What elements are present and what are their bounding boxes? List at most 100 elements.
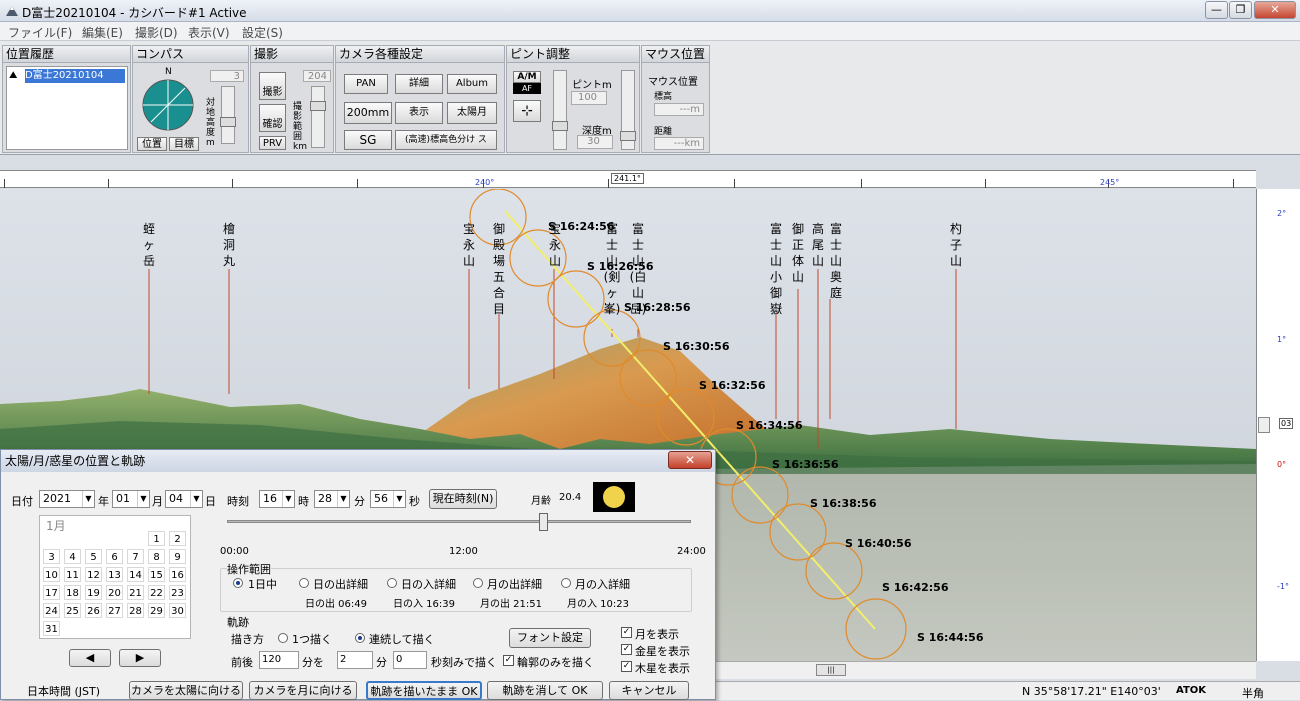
- calendar-day[interactable]: 18: [64, 585, 81, 600]
- calendar-day[interactable]: 12: [85, 567, 102, 582]
- range-radio-allday[interactable]: [233, 578, 243, 588]
- calendar[interactable]: 1月 1 2 3 4 5 6 7 8 9 10 11 12 13 14 15 16 17 18 19 20 21 22 23…: [39, 515, 191, 639]
- ok-keep-track-button[interactable]: 軌跡を描いたまま OK: [366, 681, 482, 700]
- shoot-panel: 撮影 204 撮影 確認 PRV 撮影範囲km: [250, 45, 334, 153]
- calendar-day[interactable]: 25: [64, 603, 81, 618]
- minimize-button[interactable]: —: [1205, 1, 1228, 19]
- range-radio-moonset[interactable]: [561, 578, 571, 588]
- calendar-day[interactable]: 15: [148, 567, 165, 582]
- cancel-button[interactable]: キャンセル: [609, 681, 689, 700]
- calendar-day[interactable]: 24: [43, 603, 60, 618]
- hscroll-thumb[interactable]: |||: [816, 664, 846, 676]
- step-spinner[interactable]: 2: [337, 651, 373, 669]
- calendar-day[interactable]: 4: [64, 549, 81, 564]
- pan-button[interactable]: PAN: [344, 74, 388, 94]
- ime-atok[interactable]: ATOK: [1176, 685, 1206, 696]
- calendar-day[interactable]: 2: [169, 531, 186, 546]
- time-slider[interactable]: [227, 520, 691, 523]
- calendar-day[interactable]: 3: [43, 549, 60, 564]
- calendar-day[interactable]: 29: [148, 603, 165, 618]
- menu-shoot[interactable]: 撮影(D): [135, 24, 178, 41]
- year-select[interactable]: 2021 ▼: [39, 490, 95, 508]
- ime-mode[interactable]: 半角: [1242, 685, 1264, 701]
- now-button[interactable]: 現在時刻(N): [429, 489, 497, 509]
- calendar-day[interactable]: 27: [106, 603, 123, 618]
- hour-select[interactable]: 16 ▼: [259, 490, 295, 508]
- offset-spinner[interactable]: 0: [393, 651, 427, 669]
- calendar-day[interactable]: 5: [85, 549, 102, 564]
- menu-edit[interactable]: 編集(E): [82, 24, 123, 41]
- focal-length-button[interactable]: 200mm: [344, 102, 392, 124]
- compass-dial[interactable]: [141, 78, 195, 132]
- range-radio-sunrise[interactable]: [299, 578, 309, 588]
- altitude-slider[interactable]: [220, 86, 236, 144]
- draw-radio-continuous[interactable]: [355, 633, 365, 643]
- focus-target-icon[interactable]: ⊹: [513, 100, 541, 122]
- calendar-day[interactable]: 1: [148, 531, 165, 546]
- confirm-button[interactable]: 確認: [259, 104, 286, 132]
- display-button[interactable]: 表示: [395, 102, 443, 124]
- range-radio-sunset[interactable]: [387, 578, 397, 588]
- close-button[interactable]: ✕: [1254, 1, 1296, 19]
- position-button[interactable]: 位置: [137, 137, 167, 151]
- calendar-day[interactable]: 30: [169, 603, 186, 618]
- elevation-color-button[interactable]: (高速)標高色分け ス: [395, 130, 497, 150]
- history-list[interactable]: ⛰ D富士20210104: [6, 66, 128, 150]
- calendar-day[interactable]: 13: [106, 567, 123, 582]
- depth-slider[interactable]: [620, 70, 636, 150]
- album-button[interactable]: Album: [447, 74, 497, 94]
- menu-file[interactable]: ファイル(F): [8, 24, 72, 41]
- draw-radio-single[interactable]: [278, 633, 288, 643]
- calendar-day[interactable]: 28: [127, 603, 144, 618]
- calendar-day[interactable]: 11: [64, 567, 81, 582]
- month-select[interactable]: 01 ▼: [112, 490, 150, 508]
- restore-button[interactable]: ❐: [1229, 1, 1252, 19]
- prev-month-button[interactable]: ◀: [69, 649, 111, 667]
- focus-slider[interactable]: [552, 70, 568, 150]
- calendar-day[interactable]: 26: [85, 603, 102, 618]
- calendar-day[interactable]: 20: [106, 585, 123, 600]
- sg-button[interactable]: SG: [344, 130, 392, 150]
- calendar-day[interactable]: 9: [169, 549, 186, 564]
- history-item[interactable]: ⛰ D富士20210104: [9, 69, 125, 83]
- calendar-day[interactable]: 23: [169, 585, 186, 600]
- second-select[interactable]: 56 ▼: [370, 490, 406, 508]
- calendar-day[interactable]: 22: [148, 585, 165, 600]
- minute-select[interactable]: 28 ▼: [314, 490, 350, 508]
- calendar-day[interactable]: 19: [85, 585, 102, 600]
- menu-view[interactable]: 表示(V): [188, 24, 230, 41]
- point-to-sun-button[interactable]: カメラを太陽に向ける: [129, 681, 243, 700]
- shoot-button[interactable]: 撮影: [259, 72, 286, 100]
- next-month-button[interactable]: ▶: [119, 649, 161, 667]
- calendar-day[interactable]: 10: [43, 567, 60, 582]
- before-after-spinner[interactable]: 120: [259, 651, 299, 669]
- calendar-day[interactable]: 8: [148, 549, 165, 564]
- calendar-day[interactable]: 14: [127, 567, 144, 582]
- font-settings-button[interactable]: フォント設定: [509, 628, 591, 648]
- am-toggle[interactable]: A/M: [513, 71, 541, 83]
- calendar-day[interactable]: 7: [127, 549, 144, 564]
- show-jupiter-checkbox[interactable]: ✓: [621, 661, 632, 672]
- horizontal-scrollbar[interactable]: |||: [716, 661, 1256, 679]
- menu-settings[interactable]: 設定(S): [242, 24, 283, 41]
- ok-clear-track-button[interactable]: 軌跡を消して OK: [487, 681, 603, 700]
- show-moon-checkbox[interactable]: ✓: [621, 627, 632, 638]
- preview-button[interactable]: PRV: [259, 136, 286, 150]
- range-slider[interactable]: [310, 86, 326, 148]
- elevation-scroll-thumb[interactable]: [1258, 417, 1270, 433]
- sun-moon-button[interactable]: 太陽月: [447, 102, 497, 124]
- point-to-moon-button[interactable]: カメラを月に向ける: [249, 681, 357, 700]
- day-select[interactable]: 04 ▼: [165, 490, 203, 508]
- calendar-day[interactable]: 17: [43, 585, 60, 600]
- calendar-day[interactable]: 6: [106, 549, 123, 564]
- calendar-day[interactable]: 31: [43, 621, 60, 636]
- calendar-day[interactable]: 16: [169, 567, 186, 582]
- dialog-close-button[interactable]: ✕: [668, 451, 712, 469]
- target-button[interactable]: 目標: [169, 137, 199, 151]
- time-slider-thumb[interactable]: [539, 513, 548, 531]
- calendar-day[interactable]: 21: [127, 585, 144, 600]
- detail-button[interactable]: 詳細: [395, 74, 443, 94]
- outline-only-checkbox[interactable]: ✓: [503, 655, 514, 666]
- range-radio-moonrise[interactable]: [473, 578, 483, 588]
- show-venus-checkbox[interactable]: ✓: [621, 644, 632, 655]
